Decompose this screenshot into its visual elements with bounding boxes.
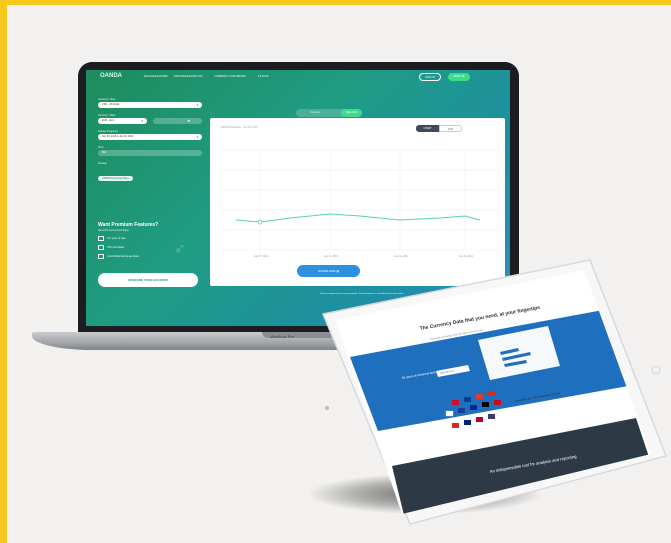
tablet-home-button[interactable]	[651, 365, 661, 375]
tablet-camera	[325, 406, 329, 410]
tablet: The Currency Data that you need, at your…	[321, 259, 668, 525]
